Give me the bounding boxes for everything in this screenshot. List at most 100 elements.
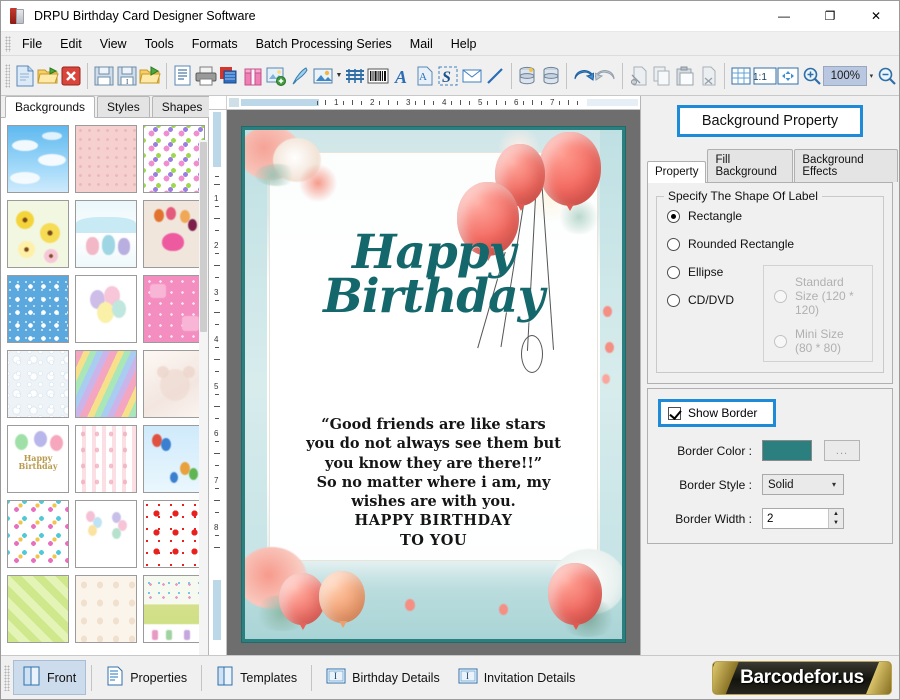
radio-ellipse-indicator[interactable] [667, 265, 680, 279]
tab-fill-background[interactable]: Fill Background [707, 149, 794, 182]
thumb-balloon-bunches[interactable] [75, 500, 137, 568]
border-color-swatch[interactable] [762, 440, 812, 461]
zoom-dropdown-caret-icon[interactable]: ▾ [867, 61, 875, 91]
picture-dropdown-caret-icon[interactable]: ▼ [335, 61, 343, 91]
export-folder-icon[interactable] [139, 61, 162, 91]
new-document-icon[interactable] [13, 61, 36, 91]
add-image-icon[interactable] [265, 61, 288, 91]
radio-rounded-rectangle[interactable]: Rounded Rectangle [667, 237, 873, 251]
border-width-spin-buttons[interactable]: ▲ ▼ [828, 509, 843, 528]
database-stack-icon[interactable] [539, 61, 562, 91]
grid-icon[interactable] [729, 61, 752, 91]
zoom-level-display[interactable]: 100% [823, 65, 868, 86]
thumb-bubbles[interactable] [7, 350, 69, 418]
picture-icon[interactable] [311, 61, 334, 91]
menu-batch-processing-series[interactable]: Batch Processing Series [247, 34, 401, 54]
thumb-blue-stars[interactable] [7, 275, 69, 343]
barcode-icon[interactable] [367, 61, 390, 91]
greeting-card[interactable]: Happy Birthday “Good friends are like st… [242, 127, 625, 642]
actual-size-icon[interactable]: 1:1 [753, 61, 777, 91]
thumb-colorful-hearts[interactable] [7, 500, 69, 568]
thumb-yellow-daisies[interactable] [7, 200, 69, 268]
thumb-clouds-sky[interactable] [7, 125, 69, 193]
envelope-icon[interactable] [460, 61, 483, 91]
thumb-meadow-flowers[interactable] [143, 575, 205, 643]
close-button[interactable]: ✕ [853, 1, 899, 32]
menu-formats[interactable]: Formats [183, 34, 247, 54]
statusbar-grip-handle[interactable] [4, 664, 10, 691]
thumb-pink-hearts-stripes[interactable] [75, 425, 137, 493]
chevron-down-icon[interactable]: ▾ [829, 474, 839, 495]
radio-ellipse[interactable]: Ellipse [667, 265, 759, 279]
spin-down-icon[interactable]: ▼ [829, 518, 843, 528]
statusbar-properties-button[interactable]: Properties [97, 661, 196, 694]
save-as-icon[interactable]: I [115, 61, 138, 91]
signature-icon[interactable]: S [437, 61, 460, 91]
layers-icon[interactable] [218, 61, 241, 91]
thumb-pink-damask[interactable] [75, 125, 137, 193]
menu-mail[interactable]: Mail [401, 34, 442, 54]
delete-icon[interactable] [697, 61, 720, 91]
text-page-icon[interactable]: A [413, 61, 436, 91]
zoom-in-icon[interactable] [800, 61, 823, 91]
thumb-red-hearts[interactable] [143, 500, 205, 568]
statusbar-invitation-details-button[interactable]: I Invitation Details [449, 662, 585, 693]
menu-grip-handle[interactable] [5, 35, 11, 52]
canvas-stage[interactable]: Happy Birthday “Good friends are like st… [227, 110, 640, 655]
print-preview-icon[interactable] [171, 61, 194, 91]
database-icon[interactable] [516, 61, 539, 91]
open-folder-icon[interactable] [36, 61, 59, 91]
statusbar-templates-button[interactable]: Templates [207, 661, 306, 694]
radio-rounded-rectangle-indicator[interactable] [667, 237, 680, 251]
thumb-pastel-balloons[interactable] [75, 275, 137, 343]
zoom-out-icon[interactable] [876, 61, 899, 91]
pen-icon[interactable] [288, 61, 311, 91]
radio-rectangle[interactable]: Rectangle [667, 209, 873, 223]
copy-icon[interactable] [650, 61, 673, 91]
statusbar-front-button[interactable]: Front [13, 660, 87, 695]
cut-icon[interactable] [627, 61, 650, 91]
menu-help[interactable]: Help [442, 34, 486, 54]
radio-rectangle-indicator[interactable] [667, 209, 680, 223]
tab-property[interactable]: Property [647, 161, 707, 183]
menu-tools[interactable]: Tools [136, 34, 183, 54]
radio-cd-dvd-indicator[interactable] [667, 293, 680, 307]
left-panel-scrollbar[interactable] [199, 140, 208, 655]
tab-shapes[interactable]: Shapes [151, 96, 213, 117]
close-document-icon[interactable] [60, 61, 83, 91]
border-color-browse-button[interactable]: ... [824, 440, 860, 461]
toolbar-grip-handle[interactable] [5, 63, 11, 88]
radio-cd-dvd[interactable]: CD/DVD [667, 293, 759, 307]
menu-file[interactable]: File [13, 34, 51, 54]
thumb-winter-bears[interactable] [75, 200, 137, 268]
minimize-button[interactable]: — [761, 1, 807, 32]
left-panel-scroll-thumb[interactable] [200, 142, 207, 332]
save-icon[interactable] [92, 61, 115, 91]
tab-styles[interactable]: Styles [97, 96, 150, 117]
thumb-rainbow-stripes[interactable] [75, 350, 137, 418]
thumb-happy-birthday[interactable]: Happy Birthday [7, 425, 69, 493]
tab-backgrounds[interactable]: Backgrounds [5, 96, 96, 118]
spin-up-icon[interactable]: ▲ [829, 509, 843, 519]
print-icon[interactable] [194, 61, 217, 91]
restore-button[interactable]: ❐ [807, 1, 853, 32]
line-icon[interactable] [483, 61, 506, 91]
fit-page-icon[interactable] [777, 61, 800, 91]
gift-icon[interactable] [241, 61, 264, 91]
thumb-sky-balloons[interactable] [143, 425, 205, 493]
text-icon[interactable]: A [390, 61, 413, 91]
thumb-butterflies[interactable] [143, 125, 205, 193]
show-border-check-indicator[interactable] [668, 406, 681, 420]
menu-view[interactable]: View [91, 34, 136, 54]
border-style-select[interactable]: Solid ▾ [762, 474, 844, 495]
paste-icon[interactable] [674, 61, 697, 91]
border-width-stepper[interactable]: 2 ▲ ▼ [762, 508, 844, 529]
thumb-cream-cakes[interactable] [75, 575, 137, 643]
thumb-pink-cakes[interactable] [143, 275, 205, 343]
statusbar-birthday-details-button[interactable]: I Birthday Details [317, 662, 449, 693]
tab-background-effects[interactable]: Background Effects [794, 149, 898, 182]
watermark-icon[interactable] [343, 61, 366, 91]
undo-icon[interactable] [571, 61, 594, 91]
menu-edit[interactable]: Edit [51, 34, 91, 54]
thumb-soft-teddy[interactable] [143, 350, 205, 418]
